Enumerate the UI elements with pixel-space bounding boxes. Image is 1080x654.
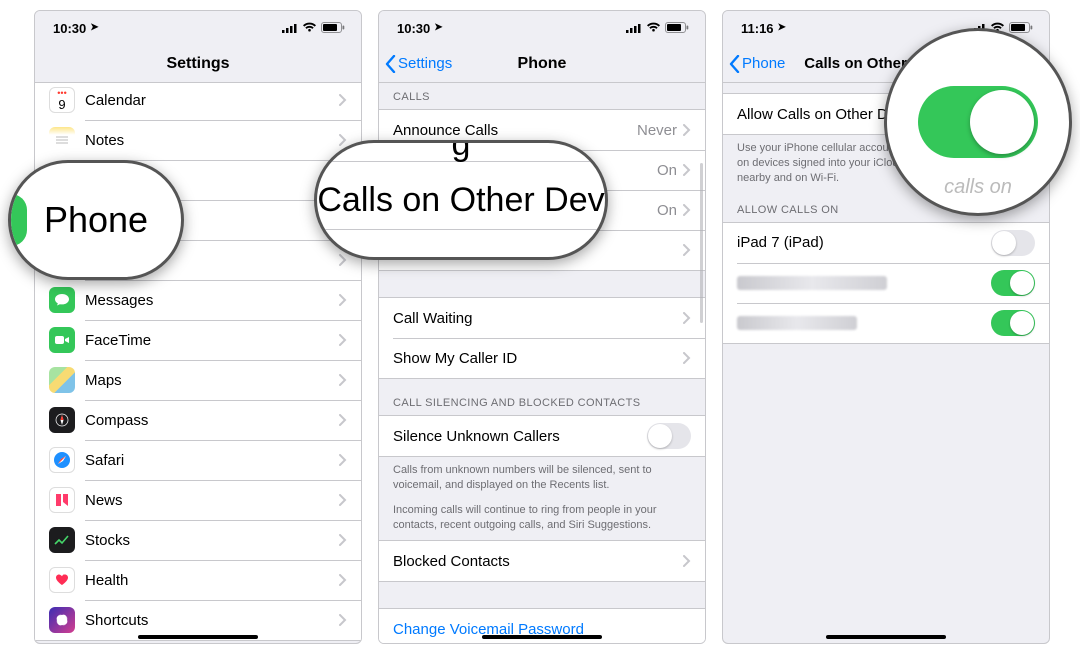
magnifier-calls-other-devices: g Calls on Other Dev [314, 140, 608, 260]
settings-row-stocks[interactable]: Stocks [35, 520, 361, 560]
footer-silence-2: Incoming calls will continue to ring fro… [379, 501, 705, 541]
page-title: Settings [35, 55, 361, 73]
chevron-right-icon [339, 574, 347, 586]
stocks-icon [49, 527, 75, 553]
wifi-icon [302, 21, 317, 36]
status-time: 10:30 [53, 21, 86, 36]
row-device-redacted-2[interactable] [723, 303, 1049, 343]
chevron-right-icon [683, 352, 691, 364]
maps-icon [49, 367, 75, 393]
row-silence-unknown[interactable]: Silence Unknown Callers [379, 416, 705, 456]
settings-row-messages[interactable]: Messages [35, 280, 361, 320]
settings-row-notes[interactable]: Notes [35, 120, 361, 160]
location-icon: ➤ [90, 22, 98, 33]
settings-row-shortcuts[interactable]: Shortcuts [35, 600, 361, 640]
footer-silence-1: Calls from unknown numbers will be silen… [379, 457, 705, 501]
news-icon [49, 487, 75, 513]
scroll-indicator [700, 163, 703, 323]
toggle-device-3[interactable] [991, 310, 1035, 336]
notes-icon [49, 127, 75, 153]
cellular-icon [626, 21, 642, 36]
settings-row-health[interactable]: Health [35, 560, 361, 600]
cellular-icon [282, 21, 298, 36]
settings-row-calendar[interactable]: •••9 Calendar [35, 83, 361, 120]
settings-row-safari[interactable]: Safari [35, 440, 361, 480]
chevron-right-icon [683, 204, 691, 216]
nav-bar: Settings Phone [379, 45, 705, 83]
settings-row-compass[interactable]: Compass [35, 400, 361, 440]
location-icon: ➤ [434, 22, 442, 33]
chevron-right-icon [683, 164, 691, 176]
toggle-device-2[interactable] [991, 270, 1035, 296]
settings-row-facetime[interactable]: FaceTime [35, 320, 361, 360]
chevron-right-icon [339, 494, 347, 506]
toggle-silence-unknown[interactable] [647, 423, 691, 449]
battery-icon [1009, 21, 1033, 36]
phone-icon-peek [11, 194, 27, 246]
wifi-icon [646, 21, 661, 36]
health-icon [49, 567, 75, 593]
chevron-right-icon [683, 555, 691, 567]
messages-icon [49, 287, 75, 313]
row-show-my-caller-id[interactable]: Show My Caller ID [379, 338, 705, 378]
home-indicator [138, 635, 258, 639]
chevron-right-icon [339, 614, 347, 626]
facetime-icon [49, 327, 75, 353]
chevron-right-icon [683, 124, 691, 136]
magnifier-phone: Phone [8, 160, 184, 280]
shortcuts-icon [49, 607, 75, 633]
chevron-right-icon [339, 94, 347, 106]
chevron-right-icon [339, 294, 347, 306]
row-device-ipad[interactable]: iPad 7 (iPad) [723, 223, 1049, 263]
status-time: 11:16 [741, 21, 774, 36]
safari-icon [49, 447, 75, 473]
chevron-right-icon [339, 374, 347, 386]
chevron-right-icon [339, 414, 347, 426]
home-indicator [482, 635, 602, 639]
magnifier-toggle: calls on [884, 28, 1072, 216]
status-bar: 10:30 ➤ [35, 11, 361, 45]
chevron-right-icon [683, 312, 691, 324]
toggle-on-magnified [918, 86, 1038, 158]
calendar-icon: •••9 [49, 87, 75, 113]
toggle-device-ipad[interactable] [991, 230, 1035, 256]
settings-row-maps[interactable]: Maps [35, 360, 361, 400]
page-title: Phone [379, 55, 705, 73]
chevron-right-icon [339, 534, 347, 546]
row-call-waiting[interactable]: Call Waiting [379, 298, 705, 338]
compass-icon [49, 407, 75, 433]
screenshot-phone-settings: 10:30 ➤ Settings Phone CALLS Announce Ca… [378, 10, 706, 644]
settings-row-news[interactable]: News [35, 480, 361, 520]
row-device-redacted-1[interactable] [723, 263, 1049, 303]
section-header-calls: CALLS [379, 83, 705, 109]
chevron-right-icon [339, 254, 347, 266]
nav-bar: Settings [35, 45, 361, 83]
status-bar: 10:30 ➤ [379, 11, 705, 45]
battery-icon [321, 21, 345, 36]
section-header-silencing: CALL SILENCING AND BLOCKED CONTACTS [379, 379, 705, 415]
chevron-right-icon [339, 334, 347, 346]
chevron-right-icon [339, 454, 347, 466]
location-icon: ➤ [778, 22, 786, 33]
row-blocked-contacts[interactable]: Blocked Contacts [379, 541, 705, 581]
home-indicator [826, 635, 946, 639]
chevron-right-icon [339, 134, 347, 146]
battery-icon [665, 21, 689, 36]
screenshot-settings-root: 10:30 ➤ Settings •••9 Calendar [34, 10, 362, 644]
chevron-right-icon [683, 244, 691, 256]
status-time: 10:30 [397, 21, 430, 36]
